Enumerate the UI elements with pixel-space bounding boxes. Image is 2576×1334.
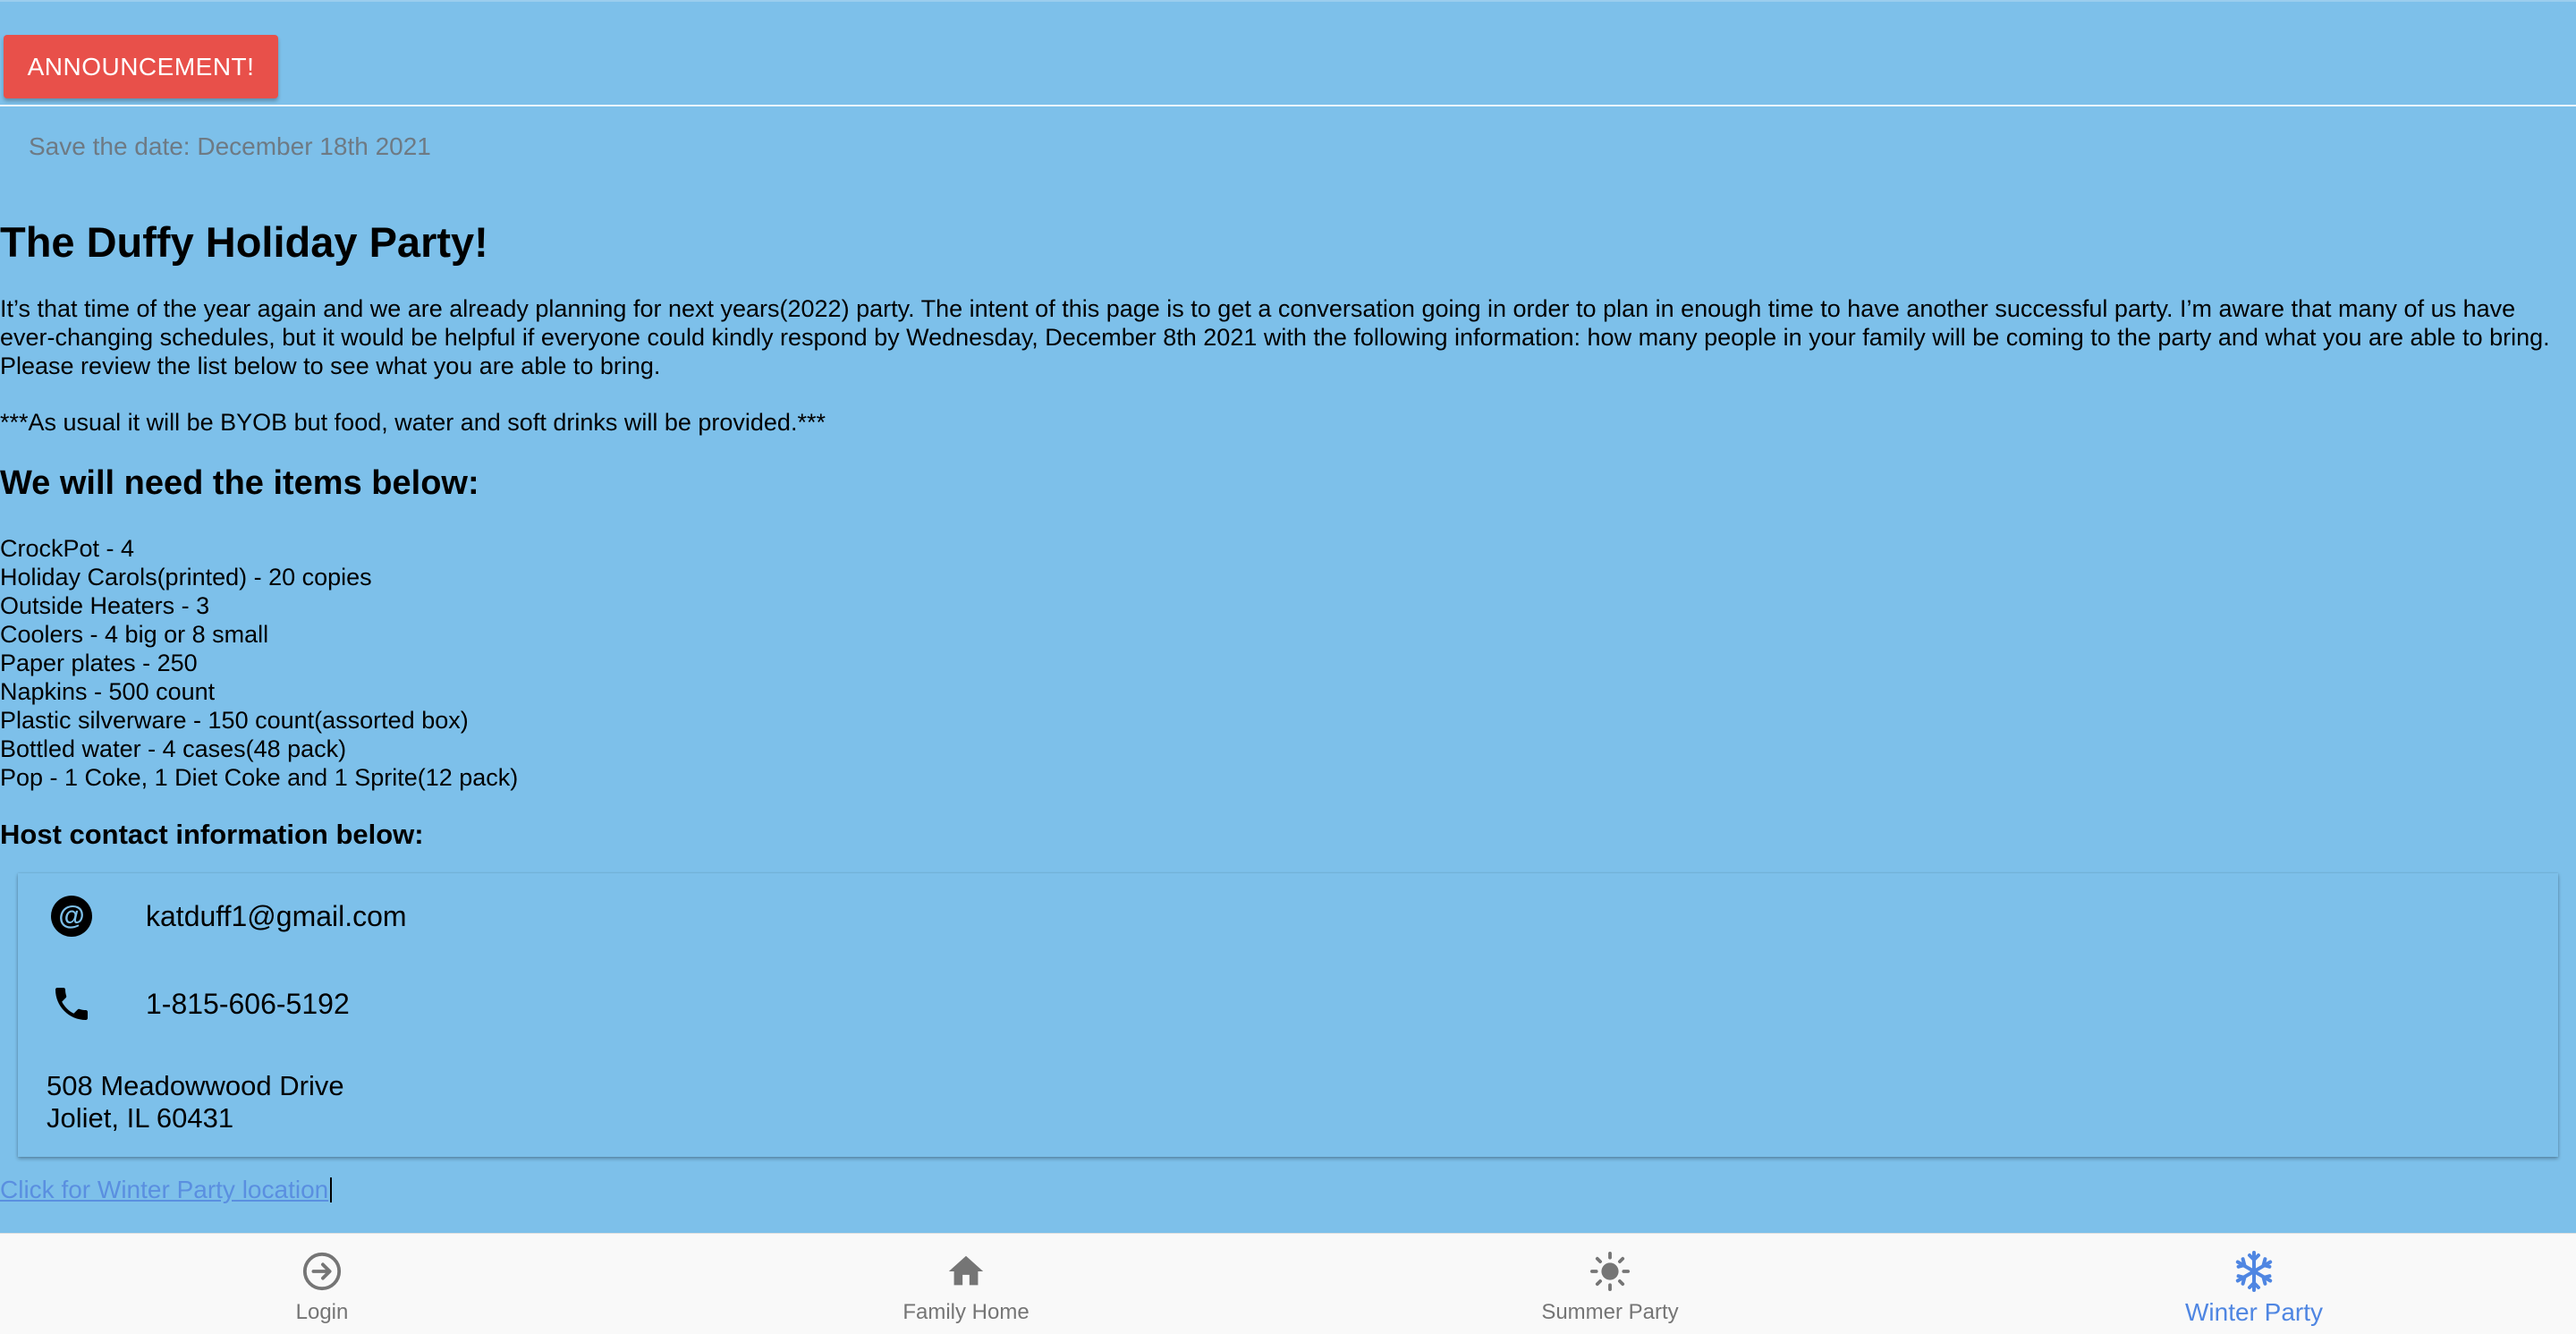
items-list: CrockPot - 4 Holiday Carols(printed) - 2… (0, 534, 518, 792)
svg-text:@: @ (58, 901, 84, 930)
nav-item-login[interactable]: Login (0, 1234, 644, 1334)
nav-label-family-home: Family Home (902, 1300, 1030, 1324)
location-line: Click for Winter Party location (0, 1176, 333, 1204)
phone-text: 1-815-606-5192 (146, 987, 350, 1020)
home-icon (945, 1250, 987, 1293)
page: ANNOUNCEMENT! Save the date: December 18… (0, 0, 2576, 1334)
list-item: Bottled water - 4 cases(48 pack) (0, 735, 347, 762)
list-item: Pop - 1 Coke, 1 Diet Coke and 1 Sprite(1… (0, 764, 519, 791)
byob-note: ***As usual it will be BYOB but food, wa… (0, 409, 826, 436)
divider (0, 105, 2576, 106)
items-heading: We will need the items below: (0, 464, 479, 502)
at-sign-icon: @ (45, 889, 98, 943)
top-rule (0, 0, 2576, 2)
address-block: 508 Meadowwood Drive Joliet, IL 60431 (47, 1070, 344, 1134)
address-line-1: 508 Meadowwood Drive (47, 1070, 344, 1101)
nav-label-login: Login (295, 1300, 349, 1324)
phone-row[interactable]: 1-815-606-5192 (45, 977, 350, 1031)
list-item: Outside Heaters - 3 (0, 592, 210, 619)
announcement-button[interactable]: ANNOUNCEMENT! (4, 35, 278, 98)
list-item: Coolers - 4 big or 8 small (0, 621, 269, 648)
phone-icon (45, 977, 98, 1031)
list-item: Paper plates - 250 (0, 650, 198, 676)
nav-item-summer-party[interactable]: Summer Party (1288, 1234, 1932, 1334)
list-item: Holiday Carols(printed) - 20 copies (0, 564, 372, 591)
list-item: Napkins - 500 count (0, 678, 216, 705)
nav-item-winter-party[interactable]: Winter Party (1932, 1234, 2576, 1334)
login-icon (301, 1250, 343, 1293)
nav-label-winter-party: Winter Party (2184, 1298, 2324, 1326)
address-line-2: Joliet, IL 60431 (47, 1102, 234, 1134)
list-item: CrockPot - 4 (0, 535, 135, 562)
page-title: The Duffy Holiday Party! (0, 218, 488, 266)
intro-paragraph: It’s that time of the year again and we … (0, 295, 2550, 379)
bottom-navigation: Login Family Home Summer Party Winter Pa… (0, 1233, 2576, 1334)
email-text: katduff1@gmail.com (146, 899, 407, 932)
text-cursor (330, 1177, 333, 1202)
list-item: Plastic silverware - 150 count(assorted … (0, 707, 469, 734)
winter-party-location-link[interactable]: Click for Winter Party location (0, 1176, 328, 1204)
nav-item-family-home[interactable]: Family Home (644, 1234, 1288, 1334)
host-heading: Host contact information below: (0, 819, 424, 850)
nav-label-summer-party: Summer Party (1541, 1300, 1679, 1324)
snowflake-icon (2233, 1250, 2275, 1293)
email-row[interactable]: @ katduff1@gmail.com (45, 889, 407, 943)
save-the-date-subheader: Save the date: December 18th 2021 (29, 132, 431, 160)
sun-icon (1589, 1250, 1631, 1293)
contact-card: @ katduff1@gmail.com 1-815-606-5192 508 … (18, 873, 2558, 1157)
